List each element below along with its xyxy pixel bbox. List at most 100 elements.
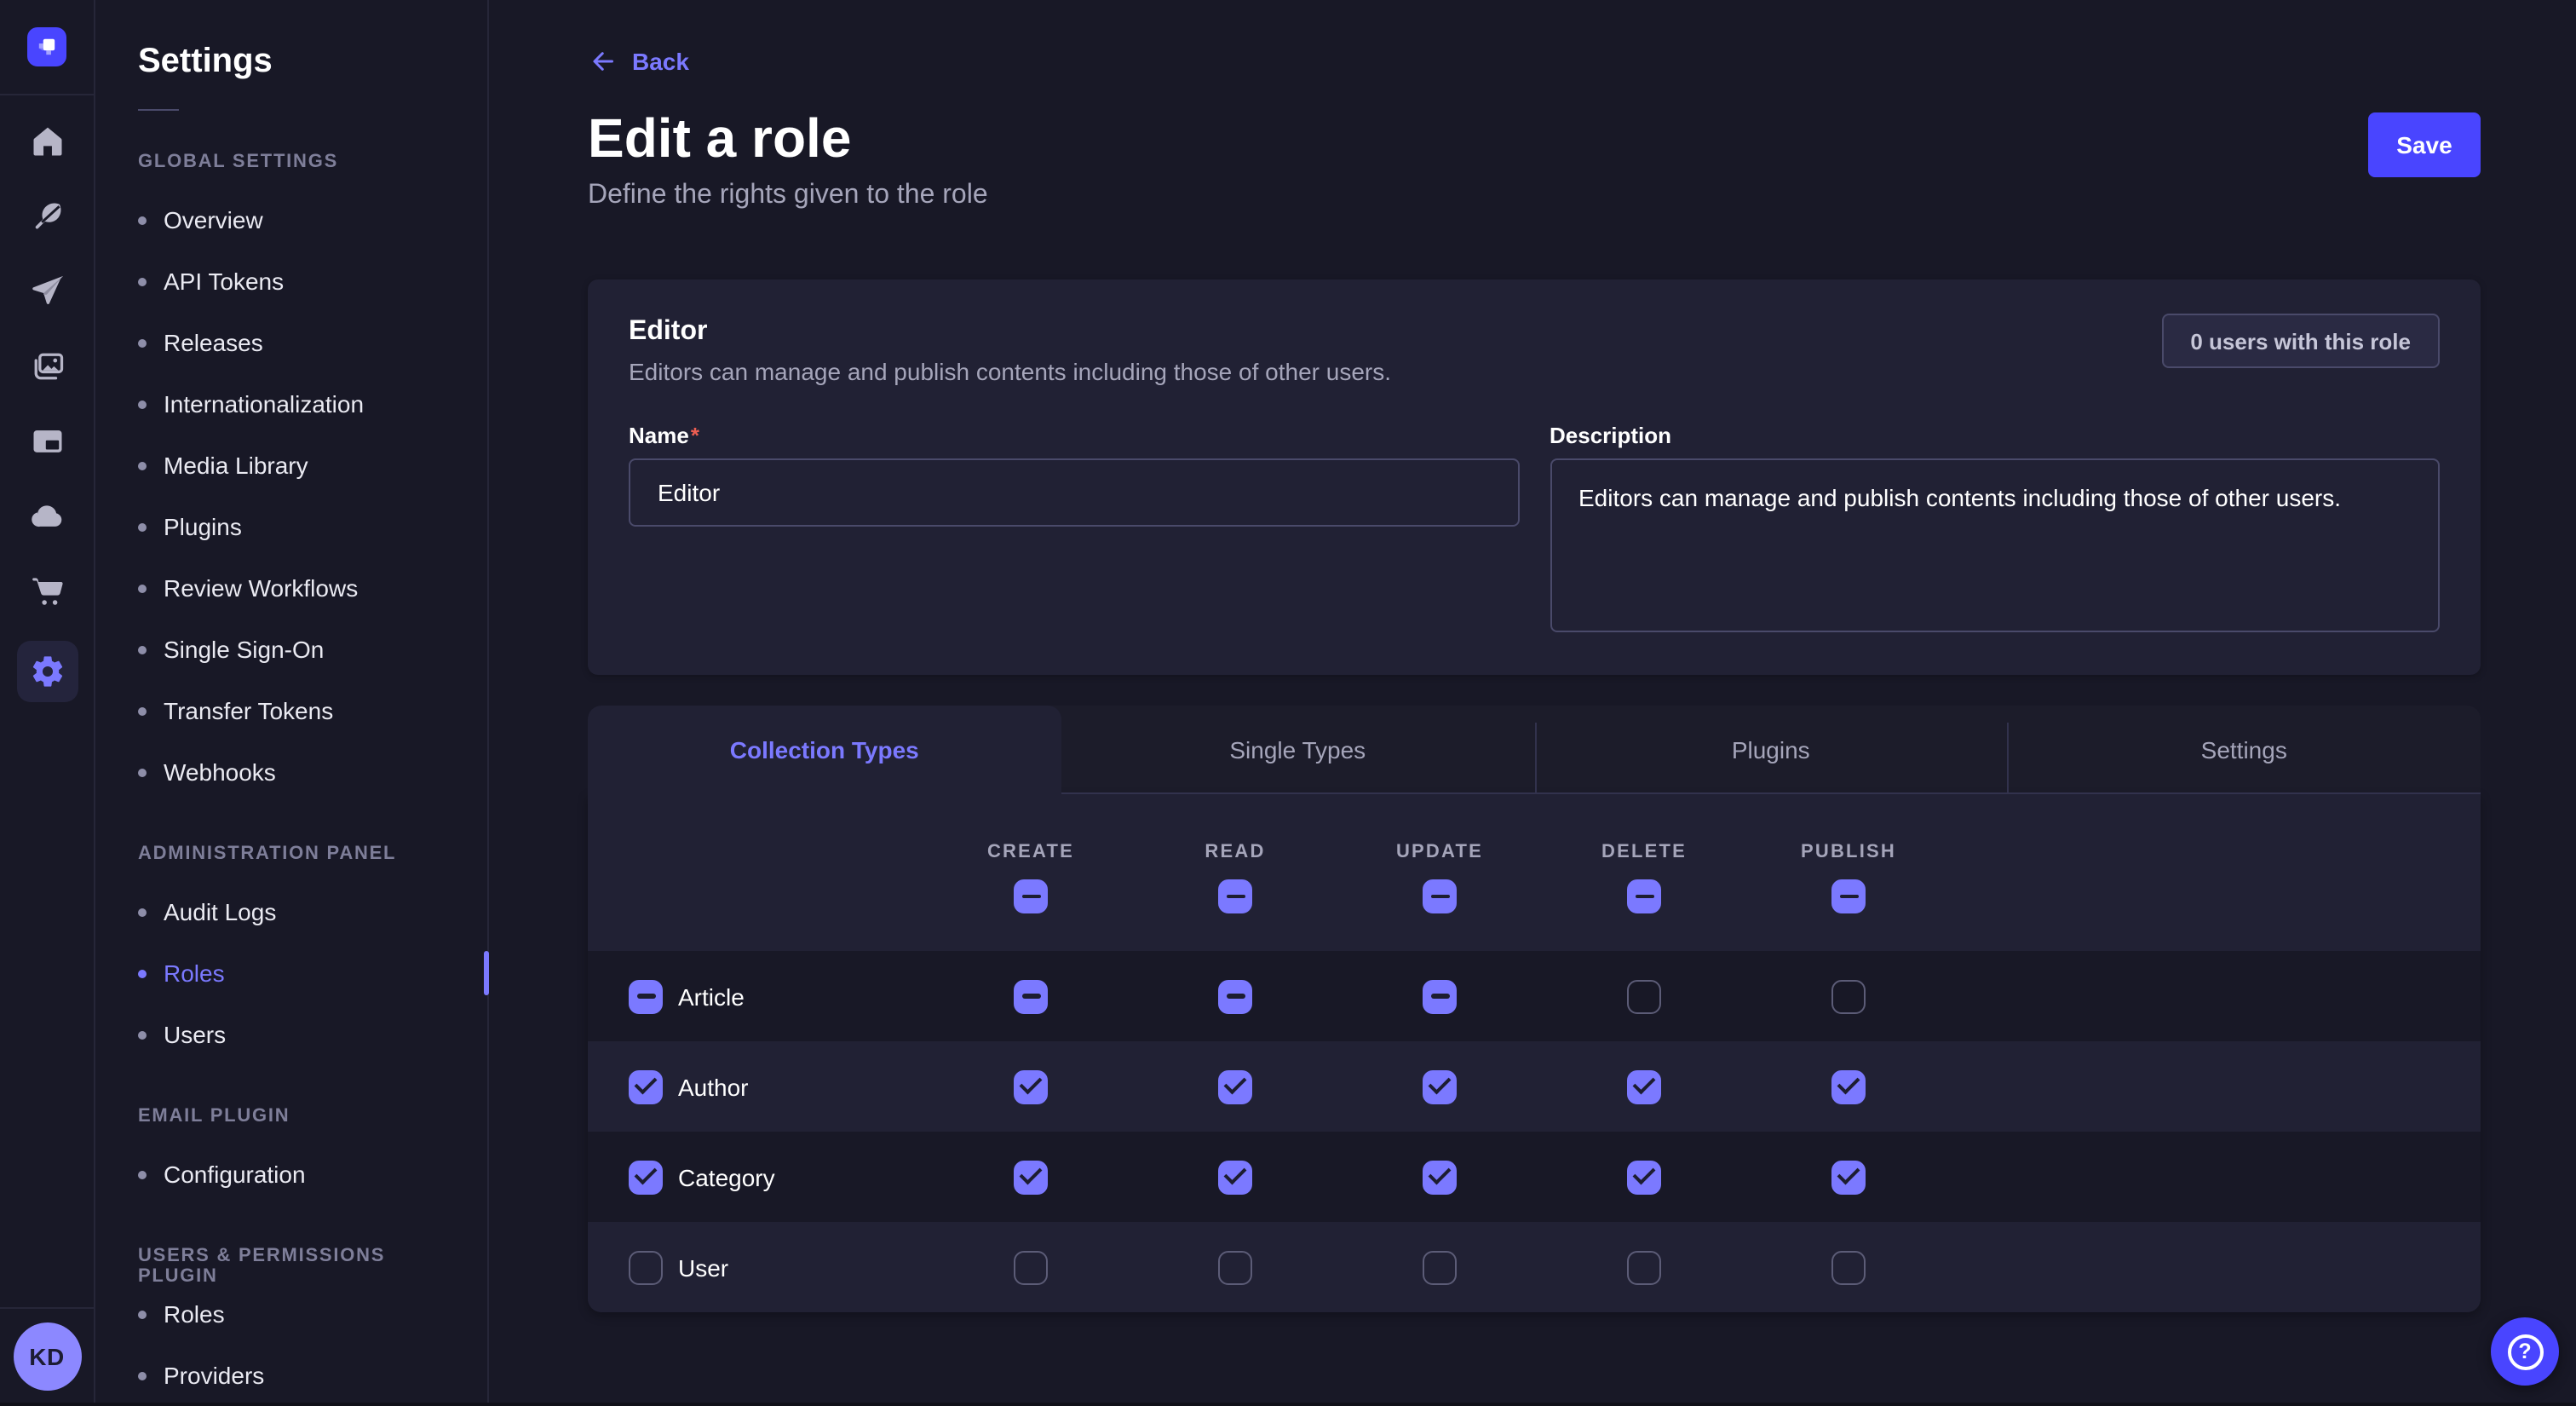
tab-single-types[interactable]: Single Types	[1061, 706, 1535, 794]
main-content: Back Edit a role Define the rights given…	[489, 0, 2576, 1403]
save-button[interactable]: Save	[2368, 112, 2481, 177]
sidebar-item-providers[interactable]: Providers	[138, 1345, 445, 1406]
row-label-article: Article	[678, 982, 745, 1010]
tab-settings[interactable]: Settings	[2008, 706, 2481, 794]
page-title: Edit a role	[588, 106, 988, 170]
checkbox-author-publish[interactable]	[1831, 1069, 1866, 1103]
back-link[interactable]: Back	[588, 44, 689, 78]
tab-collection-types[interactable]: Collection Types	[588, 706, 1061, 794]
sidebar-item-roles-up[interactable]: Roles	[138, 1283, 445, 1345]
checkbox-author-create[interactable]	[1014, 1069, 1048, 1103]
users-with-role-badge[interactable]: 0 users with this role	[2161, 314, 2440, 368]
sidebar-item-roles-admin[interactable]: Roles	[138, 942, 445, 1004]
checkbox-article-update[interactable]	[1423, 979, 1457, 1013]
images-icon	[28, 348, 66, 385]
table-row-article: Article	[588, 951, 2481, 1041]
sidebar-title: Settings	[138, 41, 445, 82]
page-header-text: Edit a role Define the rights given to t…	[588, 106, 988, 211]
row-checkbox-author[interactable]	[629, 1069, 663, 1103]
rail-item-cloud[interactable]	[21, 491, 72, 542]
checkbox-category-create[interactable]	[1014, 1160, 1048, 1194]
icon-rail: KD	[0, 0, 95, 1403]
description-textarea[interactable]: Editors can manage and publish contents …	[1550, 458, 2440, 632]
sidebar-item-releases[interactable]: Releases	[138, 312, 445, 373]
sidebar-item-api-tokens[interactable]: API Tokens	[138, 251, 445, 312]
rail-item-content-type-builder[interactable]	[21, 191, 72, 242]
checkbox-author-update[interactable]	[1423, 1069, 1457, 1103]
sidebar-item-webhooks[interactable]: Webhooks	[138, 741, 445, 803]
checkbox-user-read[interactable]	[1218, 1250, 1252, 1284]
checkbox-user-update[interactable]	[1423, 1250, 1457, 1284]
column-delete: DELETE	[1542, 832, 1746, 913]
checkbox-user-publish[interactable]	[1831, 1250, 1866, 1284]
select-all-publish-checkbox[interactable]	[1831, 879, 1866, 913]
name-input[interactable]	[629, 458, 1519, 527]
description-field-group: Description Editors can manage and publi…	[1550, 423, 2440, 641]
checkbox-user-create[interactable]	[1014, 1250, 1048, 1284]
rail-item-settings[interactable]	[16, 641, 78, 702]
title-divider	[138, 109, 179, 111]
bullet-icon	[138, 461, 147, 470]
rail-item-content-manager[interactable]	[21, 416, 72, 467]
sidebar-item-transfer-tokens[interactable]: Transfer Tokens	[138, 680, 445, 741]
paper-plane-icon	[28, 273, 66, 310]
checkbox-article-delete[interactable]	[1627, 979, 1661, 1013]
checkbox-user-delete[interactable]	[1627, 1250, 1661, 1284]
rail-footer: KD	[0, 1307, 94, 1403]
bullet-icon	[138, 584, 147, 592]
checkbox-category-delete[interactable]	[1627, 1160, 1661, 1194]
help-button[interactable]: ?	[2491, 1317, 2559, 1386]
strapi-admin-app: KD Settings GLOBAL SETTINGS Overview API…	[0, 0, 2576, 1403]
checkbox-category-read[interactable]	[1218, 1160, 1252, 1194]
role-description-text: Editors can manage and publish contents …	[629, 358, 1391, 385]
rail-nav	[16, 116, 78, 702]
sidebar-item-users[interactable]: Users	[138, 1004, 445, 1065]
permissions-header-row: CREATE READ UPDATE DELETE	[588, 794, 2481, 951]
tab-plugins[interactable]: Plugins	[1534, 706, 2008, 794]
select-all-read-checkbox[interactable]	[1218, 879, 1252, 913]
sidebar-item-internationalization[interactable]: Internationalization	[138, 373, 445, 435]
strapi-logo[interactable]	[27, 27, 66, 66]
column-publish: PUBLISH	[1746, 832, 1951, 913]
sidebar-item-plugins[interactable]: Plugins	[138, 496, 445, 557]
bullet-icon	[138, 400, 147, 408]
rail-item-media-library[interactable]	[21, 341, 72, 392]
bullet-icon	[138, 1310, 147, 1318]
sidebar-item-audit-logs[interactable]: Audit Logs	[138, 881, 445, 942]
row-checkbox-category[interactable]	[629, 1160, 663, 1194]
permissions-tabs: Collection Types Single Types Plugins Se…	[588, 706, 2481, 794]
table-row-user: User	[588, 1222, 2481, 1312]
section-label-users-permissions-plugin: USERS & PERMISSIONS PLUGIN	[138, 1246, 445, 1270]
select-all-delete-checkbox[interactable]	[1627, 879, 1661, 913]
sidebar-item-media-library[interactable]: Media Library	[138, 435, 445, 496]
table-row-category: Category	[588, 1132, 2481, 1222]
checkbox-category-publish[interactable]	[1831, 1160, 1866, 1194]
rail-item-home[interactable]	[21, 116, 72, 167]
row-checkbox-user[interactable]	[629, 1250, 663, 1284]
user-avatar[interactable]: KD	[13, 1322, 81, 1390]
sidebar-item-review-workflows[interactable]: Review Workflows	[138, 557, 445, 619]
description-label: Description	[1550, 423, 2440, 448]
section-label-global-settings: GLOBAL SETTINGS	[138, 152, 445, 176]
column-label-read: READ	[1205, 842, 1265, 862]
cloud-icon	[28, 498, 66, 535]
row-checkbox-article[interactable]	[629, 979, 663, 1013]
select-all-update-checkbox[interactable]	[1423, 879, 1457, 913]
sidebar-item-overview[interactable]: Overview	[138, 189, 445, 251]
bullet-icon	[138, 216, 147, 224]
column-read: READ	[1133, 832, 1337, 913]
select-all-create-checkbox[interactable]	[1014, 879, 1048, 913]
checkbox-article-read[interactable]	[1218, 979, 1252, 1013]
row-label-author: Author	[678, 1073, 749, 1100]
rail-item-marketplace[interactable]	[21, 566, 72, 617]
sidebar-item-configuration[interactable]: Configuration	[138, 1144, 445, 1205]
checkbox-article-publish[interactable]	[1831, 979, 1866, 1013]
bullet-icon	[138, 969, 147, 977]
column-label-delete: DELETE	[1601, 842, 1687, 862]
checkbox-author-read[interactable]	[1218, 1069, 1252, 1103]
rail-item-deploy[interactable]	[21, 266, 72, 317]
checkbox-category-update[interactable]	[1423, 1160, 1457, 1194]
sidebar-item-single-sign-on[interactable]: Single Sign-On	[138, 619, 445, 680]
checkbox-author-delete[interactable]	[1627, 1069, 1661, 1103]
checkbox-article-create[interactable]	[1014, 979, 1048, 1013]
